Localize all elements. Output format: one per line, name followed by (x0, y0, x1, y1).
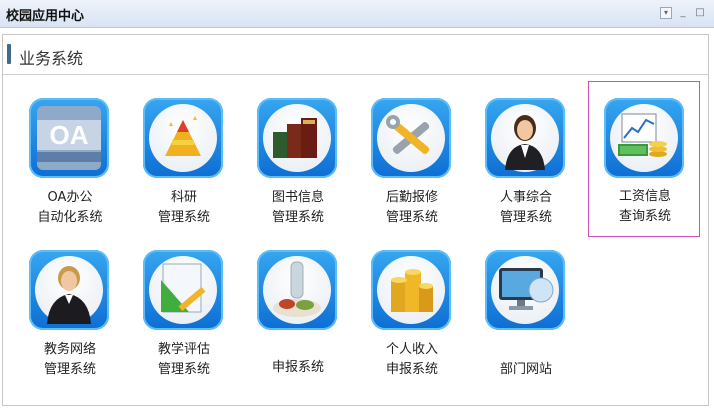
app-label-line1: 后勤报修 (385, 190, 438, 205)
svg-text:OA: OA (50, 120, 89, 150)
app-label-line2: 申报系统 (385, 362, 438, 377)
window-controls: ▾ _ □ (660, 7, 706, 19)
app-research[interactable]: 科研 管理系统 (128, 98, 240, 248)
computer-monitor-icon (485, 250, 565, 330)
section-marker (7, 44, 11, 64)
oa-icon: OA (29, 98, 109, 178)
app-academic-affairs[interactable]: 教务网络 管理系统 (14, 250, 126, 400)
app-teaching-evaluation[interactable]: 教学评估 管理系统 (128, 250, 240, 400)
app-label-line2: 管理系统 (43, 362, 96, 377)
app-label-line2: 管理系统 (499, 210, 552, 225)
app-label-line1: 图书信息 (271, 190, 324, 205)
app-library[interactable]: 图书信息 管理系统 (242, 98, 354, 248)
app-label-line2: 管理系统 (271, 210, 324, 225)
teacher-icon (29, 250, 109, 330)
app-department-website[interactable]: 部门网站 (470, 250, 582, 400)
maximize-icon[interactable]: □ (694, 7, 706, 19)
research-pyramid-icon (143, 98, 223, 178)
app-label-line2: 自动化系统 (37, 210, 103, 225)
app-label-line2: 管理系统 (157, 362, 210, 377)
app-label-line1: 工资信息 (618, 189, 671, 204)
title-bar: 校园应用中心 ▾ _ □ (0, 0, 714, 28)
app-label-line1: 教务网络 (43, 342, 96, 357)
app-label-line1: OA办公 (47, 190, 93, 205)
section-title: 业务系统 (19, 49, 84, 68)
app-label-line1: 个人收入 (385, 342, 438, 357)
repair-tools-icon (371, 98, 451, 178)
salary-chart-icon (604, 98, 684, 178)
business-systems-panel: 业务系统 OA OA办公 自动化系统 科研 管理系统 图书信息 管理系统 后勤报… (2, 34, 709, 406)
app-label-line1: 教学评估 (157, 342, 210, 357)
app-label-line1: 人事综合 (499, 190, 552, 205)
app-declaration[interactable]: 申报系统 (242, 250, 354, 400)
food-bottle-icon (257, 250, 337, 330)
minimize-icon[interactable]: _ (677, 7, 689, 19)
window-title: 校园应用中心 (6, 9, 85, 24)
evaluation-ruler-icon (143, 250, 223, 330)
dropdown-icon[interactable]: ▾ (660, 7, 672, 19)
app-personal-income[interactable]: 个人收入 申报系统 (356, 250, 468, 400)
hr-person-icon (485, 98, 565, 178)
app-label-line2: 管理系统 (157, 210, 210, 225)
app-label-line1: 申报系统 (271, 360, 324, 375)
app-label-line2: 管理系统 (385, 210, 438, 225)
app-label-line1: 部门网站 (499, 362, 552, 377)
app-salary[interactable]: 工资信息 查询系统 (588, 81, 700, 237)
books-icon (257, 98, 337, 178)
app-label-line2: 查询系统 (618, 209, 671, 224)
app-logistics-repair[interactable]: 后勤报修 管理系统 (356, 98, 468, 248)
app-hr[interactable]: 人事综合 管理系统 (470, 98, 582, 248)
app-oa-office[interactable]: OA OA办公 自动化系统 (14, 98, 126, 248)
section-header: 业务系统 (3, 35, 708, 75)
app-label-line1: 科研 (170, 190, 197, 205)
coins-stack-icon (371, 250, 451, 330)
